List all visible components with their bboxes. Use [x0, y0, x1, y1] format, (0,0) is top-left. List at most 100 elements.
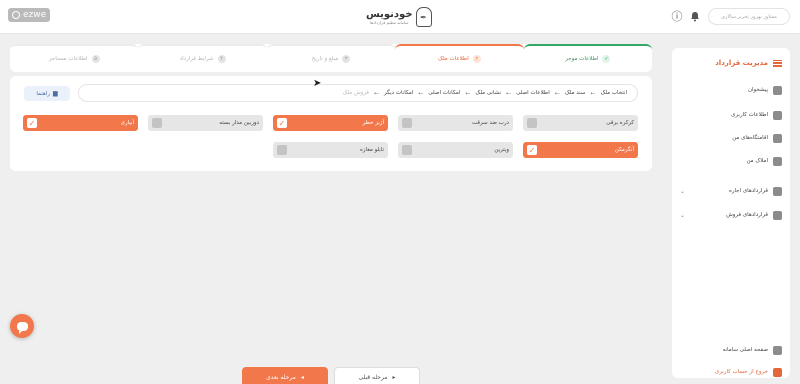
next-step-button[interactable]: مرحله بعدی ◂ [242, 367, 328, 384]
logo[interactable]: خودنویس سامانه تنظیم قراردادها ✒ [366, 4, 436, 30]
sidebar-item-label: قراردادهای فروش [726, 212, 768, 218]
sidebar-item-1[interactable]: اطلاعات کاربری [680, 108, 782, 122]
help-button-label: راهنما [36, 90, 50, 97]
step-2[interactable]: ۲ اطلاعات ملک [395, 44, 524, 72]
property-tabs: انتخاب ملک ← سند ملک ← اطلاعات اصلی ← نشانی مل… [78, 84, 638, 102]
sidebar-item-4[interactable]: ⌄ قراردادهای اجاره [680, 184, 782, 198]
option-checkbox[interactable]: آژیر خطر ✓ [273, 115, 388, 131]
sidebar-item-icon [773, 110, 782, 120]
next-step-label: مرحله بعدی [266, 373, 296, 381]
sidebar-item-5[interactable]: ⌄ قراردادهای فروش [680, 208, 782, 222]
step-number: ✓ [602, 55, 611, 63]
option-checkbox[interactable]: تابلو مغازه [273, 142, 388, 158]
checkbox-empty-icon [402, 145, 412, 155]
home-icon [773, 345, 782, 355]
arrow-left-icon: ← [554, 89, 560, 97]
sidebar-item-icon [773, 133, 782, 143]
sidebar-item-icon [773, 156, 782, 166]
recorder-label: ezwe [23, 10, 47, 20]
check-icon: ✓ [27, 118, 37, 128]
chat-icon [16, 321, 28, 334]
checkbox-empty-icon [277, 145, 287, 155]
sidebar-title[interactable]: مدیریت قرارداد [680, 56, 782, 70]
sidebar-item-label: قراردادهای اجاره [728, 188, 768, 194]
option-label: ویترین [494, 147, 509, 153]
tab-label: نشانی ملک [475, 90, 502, 96]
sidebar-item-label: اطلاعات کاربری [731, 112, 768, 118]
arrow-left-icon: ← [418, 89, 424, 97]
option-label: دوربین مدار بسته [219, 120, 259, 126]
step-number: ۴ [217, 55, 226, 63]
option-label: تابلو مغازه [360, 147, 384, 153]
help-icon: ▆ [52, 90, 58, 97]
tab-label: انتخاب ملک [600, 90, 627, 96]
option-label: درب ضد سرقت [471, 120, 509, 126]
tab-3[interactable]: نشانی ملک [475, 90, 501, 96]
help-button[interactable]: راهنما ▆ [24, 86, 70, 101]
option-label: کرکره برقی [606, 120, 634, 126]
step-label: شرایط قرارداد [179, 56, 214, 62]
previous-step-label: مرحله قبلی [358, 373, 388, 381]
step-5[interactable]: ۵ اطلاعات مستاجر [10, 44, 139, 72]
user-name: مشاور بهروز تحریر سالاری [721, 13, 777, 20]
previous-step-button[interactable]: مرحله قبلی ▸ [334, 367, 420, 384]
step-label: اطلاعات مستاجر [48, 56, 88, 62]
logout-link[interactable]: خروج از حساب کاربری [680, 365, 782, 379]
mouse-cursor-icon: ➤ [313, 78, 322, 89]
tab-label: اطلاعات اصلی [516, 90, 550, 96]
checkbox-empty-icon [152, 118, 162, 128]
tab-label: فروش ملک [342, 90, 369, 96]
tab-5[interactable]: امکانات دیگر [384, 90, 413, 96]
sidebar-item-icon [773, 85, 782, 95]
tab-6[interactable]: فروش ملک [343, 90, 369, 96]
sidebar-item-icon [773, 210, 782, 220]
step-label: اطلاعات موجر [565, 56, 599, 62]
option-checkbox[interactable]: آنگرمکن ✓ [523, 142, 638, 158]
sidebar-item-icon [773, 186, 782, 196]
arrow-left-icon: ← [506, 89, 512, 97]
sidebar-item-label: خروج از حساب کاربری [714, 369, 768, 375]
arrow-right-icon: ▸ [392, 373, 396, 381]
user-menu[interactable]: مشاور بهروز تحریر سالاری [708, 8, 790, 25]
sidebar-item-label: املاک من [746, 158, 768, 164]
option-checkbox[interactable]: درب ضد سرقت [398, 115, 513, 131]
tab-label: امکانات اصلی [428, 90, 461, 96]
pen-logo-icon: ✒ [415, 7, 432, 27]
info-icon[interactable]: ⓘ [670, 9, 684, 23]
chevron-down-icon: ⌄ [680, 211, 686, 219]
tab-0[interactable]: انتخاب ملک [600, 90, 627, 96]
step-3[interactable]: ۳ مبلغ و تاریخ [266, 44, 396, 72]
logo-text: خودنویس [366, 9, 413, 20]
step-label: اطلاعات ملک [438, 56, 469, 62]
step-1[interactable]: ✓ اطلاعات موجر [523, 44, 653, 72]
check-icon: ✓ [527, 145, 537, 155]
check-icon: ✓ [277, 118, 287, 128]
step-4[interactable]: ۴ شرایط قرارداد [138, 44, 267, 72]
bell-icon[interactable] [688, 9, 702, 23]
tab-1[interactable]: سند ملک [565, 90, 586, 96]
option-checkbox[interactable]: کرکره برقی [523, 115, 638, 131]
option-label: آژیر خطر [362, 120, 384, 126]
sidebar-item-0[interactable]: پیشخوان [680, 83, 782, 97]
sidebar-item-label: اقامتگاه‌های من [732, 135, 768, 141]
option-label: آنگرمکن [614, 147, 634, 153]
arrow-left-icon: ← [373, 89, 380, 97]
sidebar-item-2[interactable]: اقامتگاه‌های من [680, 131, 782, 145]
option-checkbox[interactable]: دوربین مدار بسته [148, 115, 263, 131]
option-checkbox[interactable]: ویترین [398, 142, 513, 158]
logout-icon [773, 367, 782, 377]
menu-icon [773, 59, 782, 67]
logo-subtitle: سامانه تنظیم قراردادها [370, 20, 409, 25]
arrow-left-icon: ← [465, 89, 471, 97]
stepper: ۵ اطلاعات مستاجر ۴ شرایط قرارداد ۳ مبلغ و تار… [10, 44, 653, 72]
sidebar-item-3[interactable]: املاک من [680, 154, 782, 168]
chat-button[interactable] [10, 314, 34, 338]
tab-label: سند ملک [564, 90, 586, 96]
sidebar-home-link[interactable]: صفحه اصلی سامانه [680, 343, 782, 357]
checkbox-empty-icon [402, 118, 412, 128]
tab-2[interactable]: اطلاعات اصلی [516, 90, 550, 96]
tab-4[interactable]: امکانات اصلی [428, 90, 460, 96]
option-label: آبیاری [120, 120, 134, 126]
option-checkbox[interactable]: آبیاری ✓ [23, 115, 138, 131]
chevron-down-icon: ⌄ [680, 187, 686, 195]
